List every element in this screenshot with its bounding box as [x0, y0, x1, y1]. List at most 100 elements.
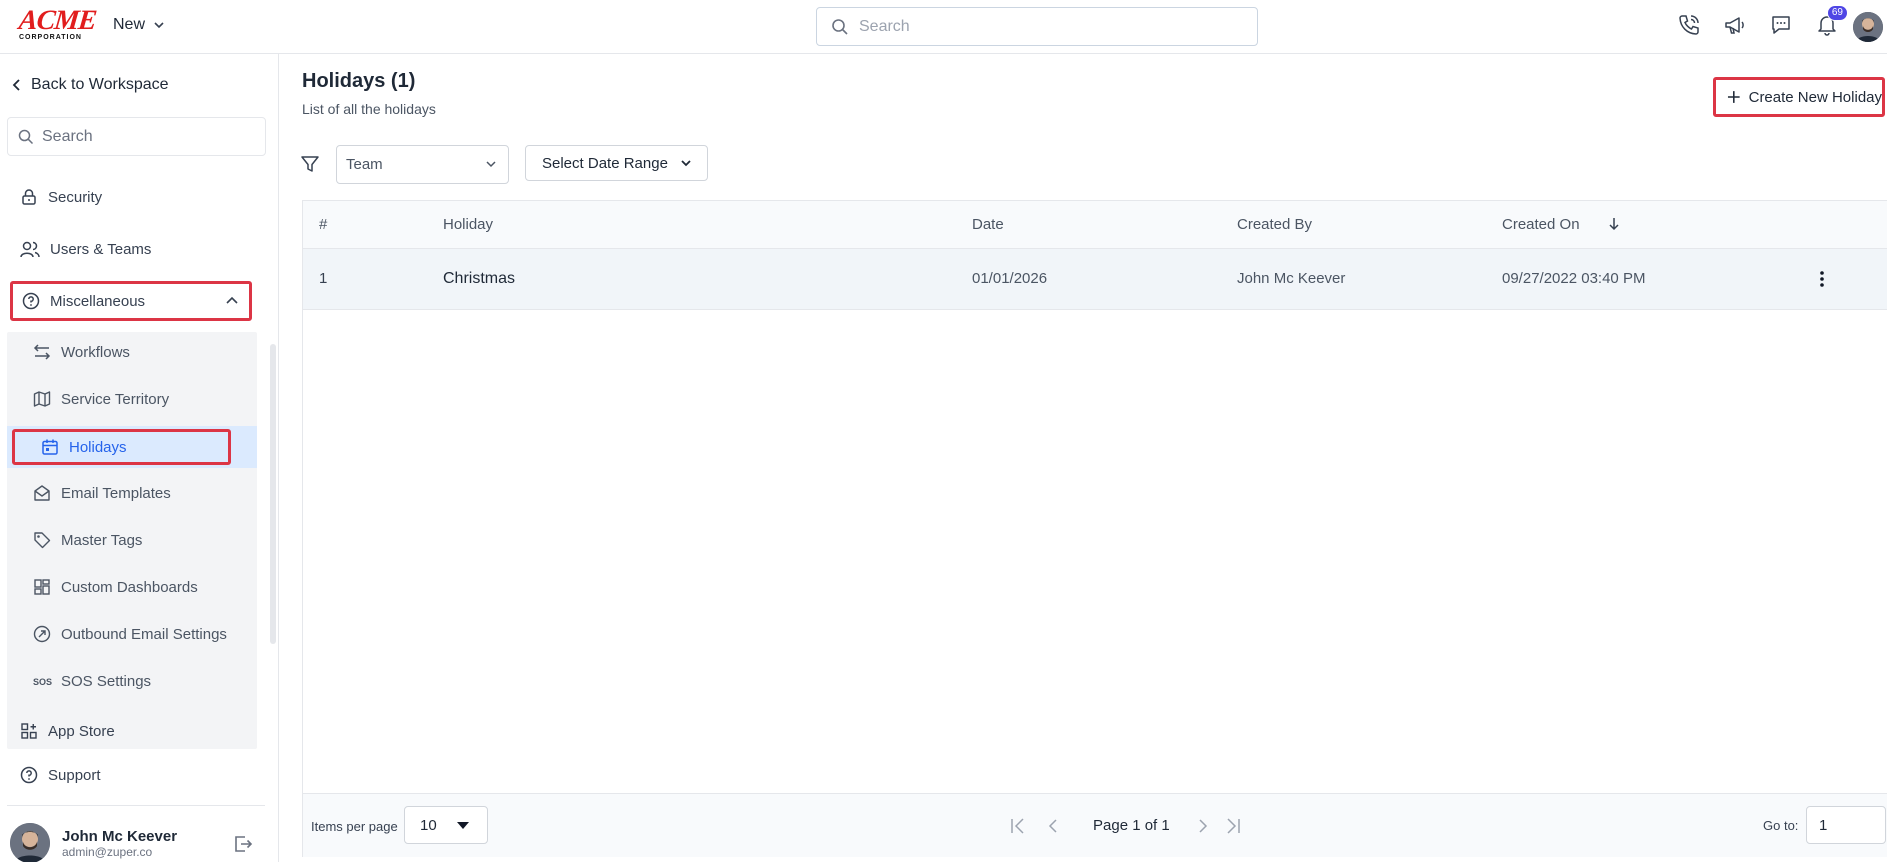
cell-created-by: John Mc Keever — [1237, 270, 1346, 287]
create-new-holiday-button[interactable]: Create New Holiday — [1713, 77, 1885, 117]
pagination-bar: Items per page 10 Page 1 of 1 Go to: — [303, 793, 1887, 857]
column-header-holiday[interactable]: Holiday — [443, 216, 493, 233]
sidebar-item-holidays[interactable]: Holidays — [12, 429, 231, 465]
bell-icon[interactable]: 69 — [1814, 5, 1848, 38]
items-per-page-select[interactable]: 10 — [404, 806, 488, 844]
filter-icon[interactable] — [300, 154, 320, 177]
page-info: Page 1 of 1 — [1093, 817, 1170, 834]
search-icon — [18, 129, 34, 144]
cell-created-on: 09/27/2022 03:40 PM — [1502, 270, 1646, 287]
back-to-workspace-link[interactable]: Back to Workspace — [12, 76, 169, 94]
previous-page-icon[interactable] — [1045, 816, 1061, 836]
holidays-table: # Holiday Date Created By Created On 1 C… — [302, 200, 1887, 857]
sidebar-item-support[interactable]: Support — [20, 766, 101, 784]
global-search[interactable] — [816, 7, 1258, 46]
cell-index: 1 — [319, 270, 328, 287]
sidebar-item-email-templates[interactable]: Email Templates — [33, 484, 171, 502]
items-per-page-value: 10 — [420, 816, 437, 834]
plus-icon — [1727, 91, 1740, 103]
column-header-created-on[interactable]: Created On — [1502, 216, 1580, 233]
create-label: Create New Holiday — [1748, 88, 1882, 106]
team-filter-select[interactable]: Team — [336, 145, 509, 184]
megaphone-icon[interactable] — [1722, 12, 1748, 38]
sidebar-item-master-tags[interactable]: Master Tags — [33, 531, 142, 549]
chevron-down-icon — [154, 22, 164, 29]
workflow-icon — [33, 344, 51, 360]
sidebar-item-app-store[interactable]: App Store — [20, 722, 115, 740]
sort-desc-icon[interactable] — [1607, 216, 1621, 232]
cell-holiday[interactable]: Christmas — [443, 270, 515, 288]
sidebar-item-label: Users & Teams — [50, 240, 152, 258]
sidebar-item-label: Custom Dashboards — [61, 578, 198, 596]
first-page-icon[interactable] — [1008, 816, 1028, 836]
lock-icon — [22, 189, 36, 205]
sidebar-item-service-territory[interactable]: Service Territory — [33, 390, 169, 408]
sidebar-item-users-teams[interactable]: Users & Teams — [20, 240, 151, 258]
table-header: # Holiday Date Created By Created On — [303, 201, 1887, 249]
user-name: John Mc Keever — [62, 827, 178, 845]
sidebar-item-label: Support — [48, 766, 101, 784]
avatar — [10, 823, 50, 862]
sidebar-item-label: SOS Settings — [61, 673, 152, 690]
chevron-left-icon — [12, 79, 20, 91]
sidebar-item-label: Holidays — [69, 438, 127, 456]
mail-open-icon — [34, 485, 50, 501]
user-profile-card[interactable]: John Mc Keever admin@zuper.co — [10, 823, 177, 862]
column-header-date[interactable]: Date — [972, 216, 1004, 233]
user-avatar[interactable] — [1853, 12, 1883, 42]
goto-page-input[interactable] — [1806, 806, 1886, 844]
date-range-picker[interactable]: Select Date Range — [525, 145, 708, 181]
settings-sidebar: Back to Workspace Security Users & Teams… — [0, 54, 279, 862]
map-icon — [33, 391, 51, 407]
main-content: Holidays (1) List of all the holidays Cr… — [280, 54, 1887, 862]
sidebar-item-security[interactable]: Security — [20, 188, 102, 206]
sidebar-item-outbound-email-settings[interactable]: Outbound Email Settings — [33, 625, 227, 643]
next-page-icon[interactable] — [1195, 816, 1211, 836]
phone-icon[interactable] — [1676, 12, 1702, 38]
more-vertical-icon[interactable] — [1819, 269, 1825, 289]
tag-icon — [34, 532, 51, 549]
sidebar-item-label: Service Territory — [61, 390, 170, 408]
sidebar-item-label: Miscellaneous — [50, 292, 146, 310]
notification-badge: 69 — [1826, 5, 1848, 21]
back-label: Back to Workspace — [31, 76, 169, 93]
chevron-down-icon — [681, 160, 691, 167]
search-icon — [832, 18, 848, 35]
chat-icon[interactable] — [1768, 12, 1794, 38]
items-per-page-label: Items per page — [311, 819, 398, 834]
last-page-icon[interactable] — [1223, 816, 1243, 836]
sidebar-scrollbar[interactable] — [270, 344, 276, 644]
new-menu-button[interactable]: New — [113, 16, 165, 34]
help-circle-icon — [20, 766, 38, 784]
table-row[interactable]: 1 Christmas 01/01/2026 John Mc Keever 09… — [303, 249, 1887, 310]
sidebar-item-label: Outbound Email Settings — [61, 625, 227, 643]
sidebar-item-miscellaneous[interactable]: Miscellaneous — [10, 281, 252, 321]
page-subtitle: List of all the holidays — [302, 101, 436, 117]
sidebar-search-input[interactable] — [42, 127, 252, 146]
calendar-icon — [42, 439, 58, 455]
column-header-created-by[interactable]: Created By — [1237, 216, 1312, 233]
date-range-label: Select Date Range — [542, 154, 668, 172]
new-label: New — [113, 16, 146, 33]
sidebar-item-label: Email Templates — [61, 484, 171, 502]
sidebar-item-workflows[interactable]: Workflows — [33, 343, 130, 361]
top-bar: ACME CORPORATION New 69 — [0, 0, 1887, 54]
outbound-icon — [33, 625, 51, 643]
sos-icon: SOS — [33, 676, 53, 687]
global-search-input[interactable] — [859, 17, 1239, 36]
sidebar-search[interactable] — [7, 117, 266, 156]
team-placeholder: Team — [346, 156, 383, 173]
company-logo[interactable]: ACME CORPORATION — [17, 5, 97, 41]
sidebar-item-label: Master Tags — [61, 531, 143, 549]
sidebar-item-custom-dashboards[interactable]: Custom Dashboards — [33, 578, 198, 596]
sidebar-item-label: Workflows — [61, 343, 130, 361]
logout-icon — [235, 836, 253, 852]
sidebar-item-label: Security — [48, 188, 103, 206]
logout-button[interactable] — [232, 833, 254, 858]
apps-icon — [21, 723, 37, 739]
chevron-up-icon — [226, 296, 238, 304]
user-email: admin@zuper.co — [62, 844, 153, 859]
dashboard-icon — [34, 579, 50, 595]
column-header-index: # — [319, 216, 328, 233]
sidebar-item-sos-settings[interactable]: SOS SOS Settings — [33, 673, 151, 690]
